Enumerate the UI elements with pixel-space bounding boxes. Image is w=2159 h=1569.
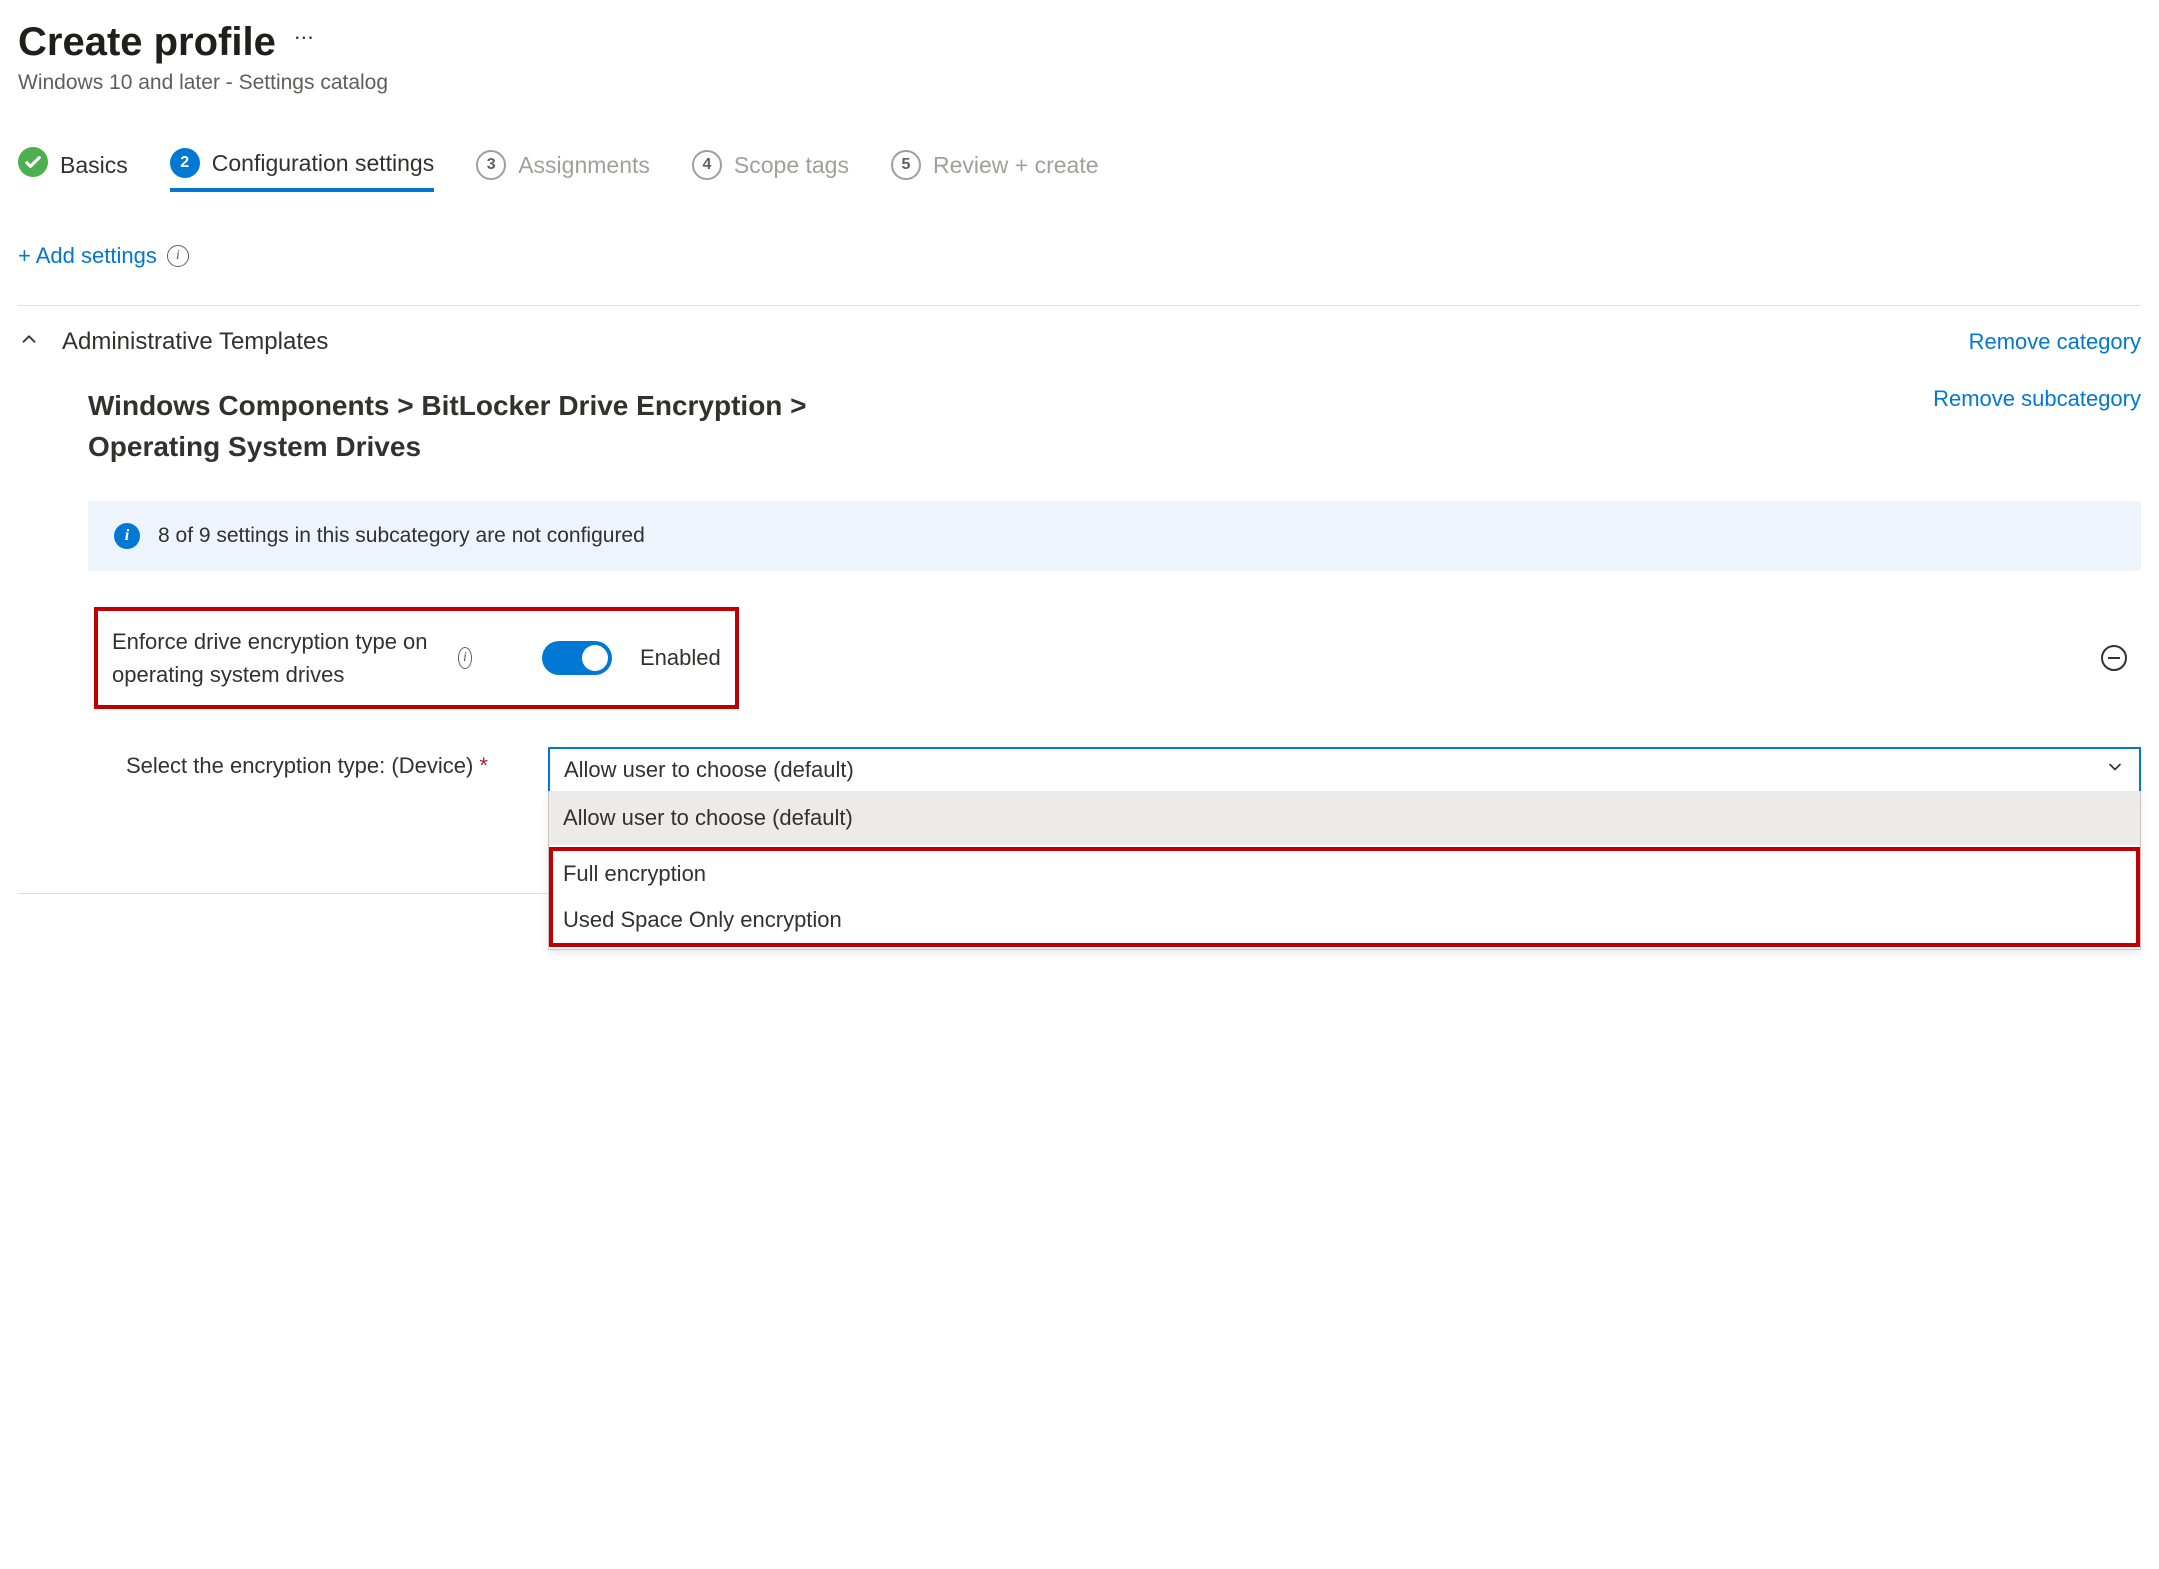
- page-subtitle: Windows 10 and later - Settings catalog: [18, 71, 2141, 95]
- info-icon: i: [114, 523, 140, 549]
- setting-label: Enforce drive encryption type on operati…: [112, 625, 448, 691]
- info-icon[interactable]: i: [167, 245, 189, 267]
- add-settings-link[interactable]: + Add settings: [18, 243, 157, 269]
- chevron-down-icon: [2105, 757, 2125, 783]
- page-title: Create profile: [18, 20, 276, 65]
- toggle-knob: [582, 645, 608, 671]
- remove-subcategory-link[interactable]: Remove subcategory: [1933, 386, 2141, 412]
- select-label: Select the encryption type: (Device) *: [126, 747, 488, 779]
- info-icon[interactable]: i: [458, 647, 472, 669]
- encryption-type-dropdown: Allow user to choose (default) Full encr…: [548, 791, 2141, 950]
- dropdown-option-full[interactable]: Full encryption: [553, 851, 2136, 897]
- step-number-icon: 2: [170, 148, 200, 178]
- step-assignments[interactable]: 3 Assignments: [476, 150, 650, 190]
- category-title: Administrative Templates: [62, 328, 328, 356]
- step-label: Review + create: [933, 152, 1099, 179]
- step-label: Scope tags: [734, 152, 849, 179]
- enabled-toggle[interactable]: [542, 641, 612, 675]
- divider: [18, 305, 2141, 306]
- step-label: Basics: [60, 152, 128, 179]
- step-label: Configuration settings: [212, 150, 434, 177]
- check-icon: [18, 147, 48, 183]
- encryption-type-select[interactable]: Allow user to choose (default): [548, 747, 2141, 793]
- step-number-icon: 4: [692, 150, 722, 180]
- step-number-icon: 5: [891, 150, 921, 180]
- step-configuration-settings[interactable]: 2 Configuration settings: [170, 148, 434, 192]
- step-label: Assignments: [518, 152, 650, 179]
- dropdown-option-used-space[interactable]: Used Space Only encryption: [553, 897, 2136, 943]
- subcategory-breadcrumb: Windows Components > BitLocker Drive Enc…: [88, 386, 938, 467]
- remove-category-link[interactable]: Remove category: [1969, 329, 2141, 355]
- select-value: Allow user to choose (default): [564, 757, 854, 783]
- dropdown-option-default[interactable]: Allow user to choose (default): [549, 791, 2140, 845]
- info-banner-text: 8 of 9 settings in this subcategory are …: [158, 524, 645, 548]
- step-number-icon: 3: [476, 150, 506, 180]
- remove-setting-button[interactable]: [2101, 645, 2127, 671]
- more-actions-button[interactable]: ⋯: [294, 28, 316, 58]
- info-banner: i 8 of 9 settings in this subcategory ar…: [88, 501, 2141, 571]
- step-basics[interactable]: Basics: [18, 147, 128, 193]
- toggle-state-label: Enabled: [640, 645, 721, 671]
- required-indicator: *: [479, 753, 488, 778]
- chevron-up-icon[interactable]: [18, 328, 40, 356]
- step-review-create[interactable]: 5 Review + create: [891, 150, 1099, 190]
- step-scope-tags[interactable]: 4 Scope tags: [692, 150, 849, 190]
- wizard-steps: Basics 2 Configuration settings 3 Assign…: [18, 147, 2141, 193]
